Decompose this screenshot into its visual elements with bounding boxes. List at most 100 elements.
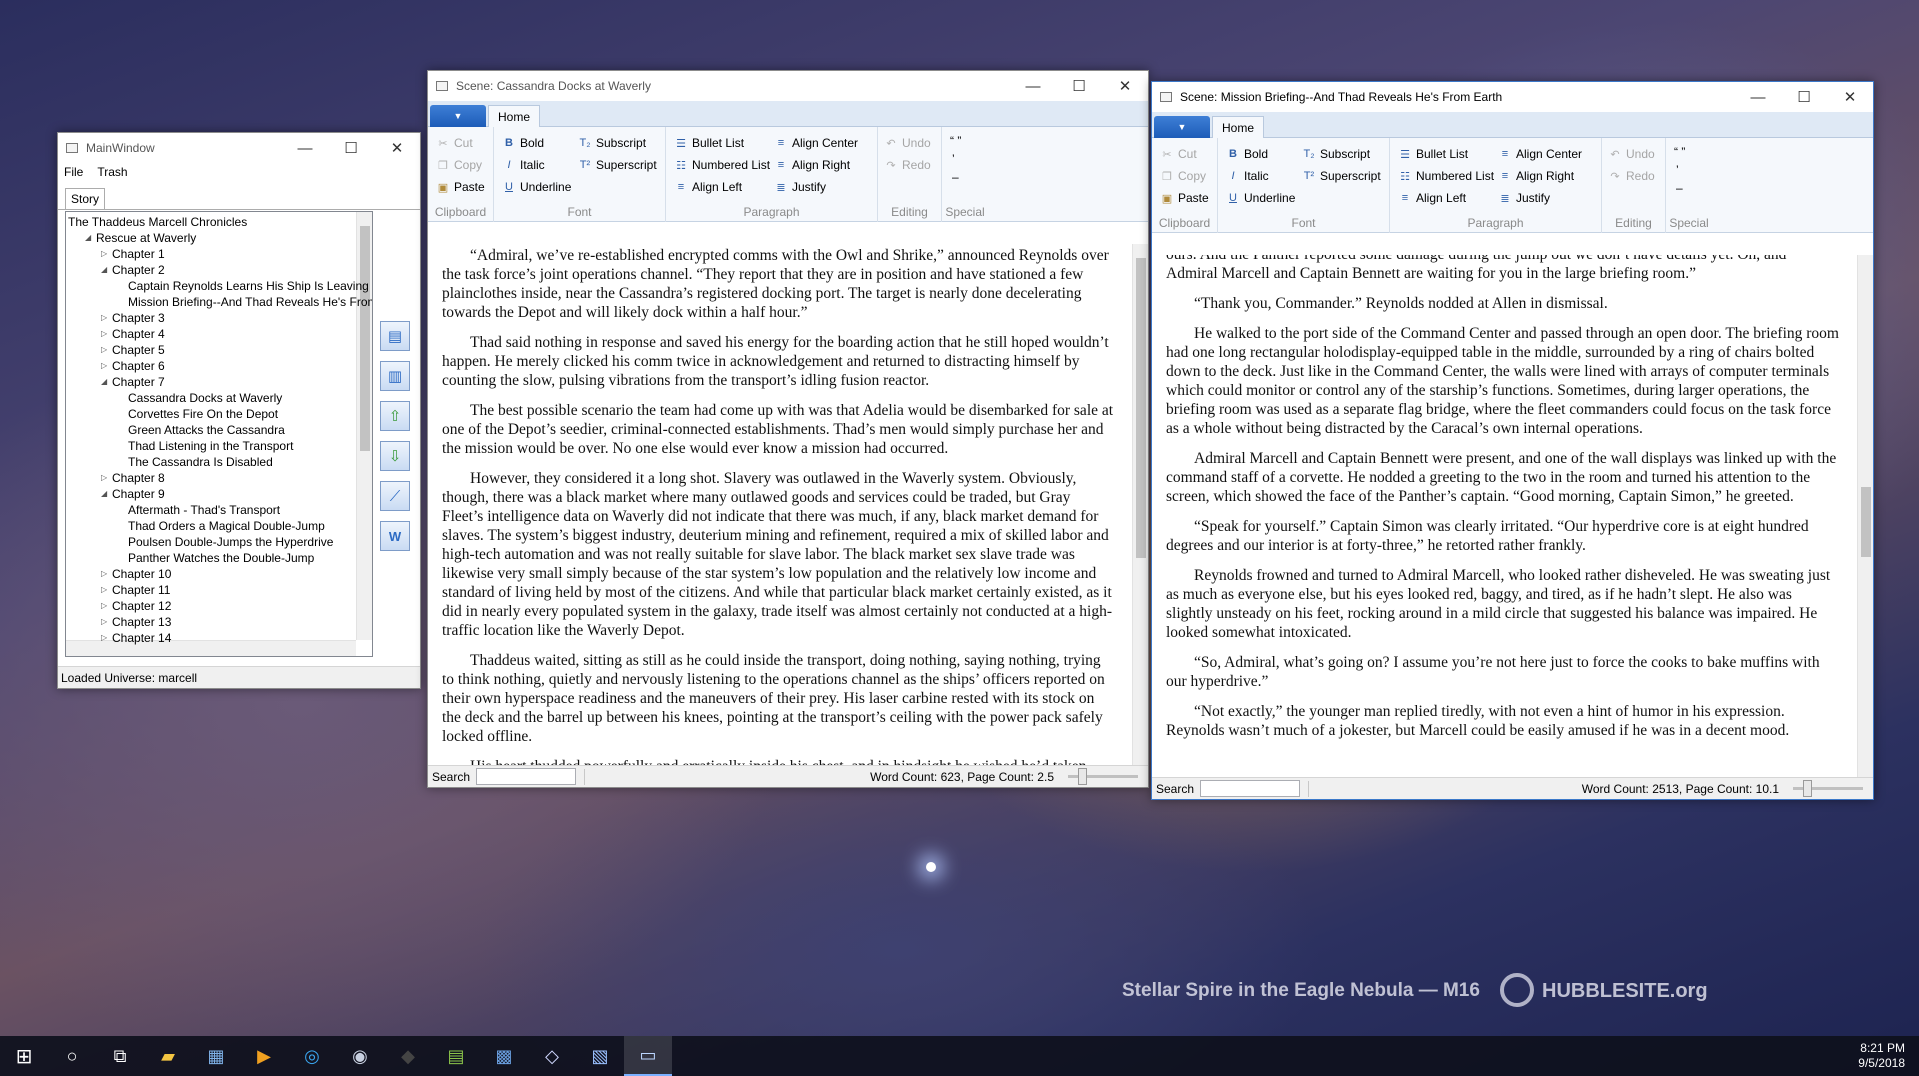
- align-right-button[interactable]: ≡ Align Right: [1498, 166, 1574, 186]
- scene2-scrollbar[interactable]: [1857, 255, 1873, 777]
- home-tab[interactable]: Home: [488, 105, 540, 128]
- menu-file[interactable]: File: [64, 165, 83, 179]
- special-apostrophe-button[interactable]: ’: [1676, 160, 1679, 180]
- scene1-scrollbar[interactable]: [1132, 244, 1148, 765]
- game-controller-icon[interactable]: ◆: [384, 1036, 432, 1076]
- scene2-zoom-slider[interactable]: [1793, 780, 1863, 797]
- zoom-thumb[interactable]: [1078, 768, 1087, 785]
- tree-item[interactable]: ◢ Chapter 9: [101, 486, 165, 502]
- superscript-button[interactable]: T² Superscript: [578, 155, 657, 175]
- main-window-titlebar[interactable]: MainWindow — ☐ ✕: [58, 133, 420, 163]
- tree-item[interactable]: ▷ Chapter 12: [101, 598, 171, 614]
- tree-item[interactable]: ▷ Chapter 3: [101, 310, 165, 326]
- tree-item[interactable]: ▷ Chapter 8: [101, 470, 165, 486]
- tree-item[interactable]: ▷ Chapter 11: [101, 582, 170, 598]
- minimize-icon[interactable]: —: [1010, 71, 1056, 101]
- minimize-icon[interactable]: —: [1735, 82, 1781, 112]
- tree-item[interactable]: ▷ Chapter 13: [101, 614, 171, 630]
- scene2-titlebar[interactable]: Scene: Mission Briefing--And Thad Reveal…: [1152, 82, 1873, 112]
- tree-scrollbar-thumb[interactable]: [360, 226, 370, 451]
- bullet-list-button[interactable]: ☰ Bullet List: [674, 133, 744, 153]
- scene2-search-input[interactable]: [1200, 780, 1301, 797]
- task-view-icon[interactable]: ⧉: [96, 1036, 144, 1076]
- special-quotes-button[interactable]: “ ”: [1674, 142, 1685, 162]
- maximize-icon[interactable]: ☐: [328, 133, 374, 163]
- redo-button[interactable]: ↷ Redo: [884, 155, 930, 175]
- tree-scrollbar[interactable]: [356, 212, 372, 640]
- special-dash-button[interactable]: –: [1676, 178, 1683, 198]
- tree-expand-icon[interactable]: ▷: [101, 614, 107, 630]
- copy-button[interactable]: ❐ Copy: [436, 155, 482, 175]
- align-left-button[interactable]: ≡ Align Left: [674, 177, 742, 197]
- italic-button[interactable]: I Italic: [1226, 166, 1268, 186]
- bullet-list-button[interactable]: ☰ Bullet List: [1398, 144, 1468, 164]
- scene1-zoom-slider[interactable]: [1068, 768, 1138, 785]
- bold-button[interactable]: B Bold: [1226, 144, 1268, 164]
- tree-item[interactable]: Corvettes Fire On the Depot: [128, 406, 278, 422]
- close-icon[interactable]: ✕: [1827, 82, 1873, 112]
- maximize-icon[interactable]: ☐: [1781, 82, 1827, 112]
- tree-item[interactable]: Mission Briefing--And Thad Reveals He's …: [128, 294, 372, 310]
- scene2-scrollbar-thumb[interactable]: [1861, 487, 1871, 557]
- scene1-search-input[interactable]: [476, 768, 577, 785]
- sync-app-icon[interactable]: ◎: [288, 1036, 336, 1076]
- tree-item[interactable]: ◢ Chapter 2: [101, 262, 165, 278]
- copy-button[interactable]: ❐ Copy: [1160, 166, 1206, 186]
- subscript-button[interactable]: T₂ Subscript: [578, 133, 647, 153]
- steam-icon[interactable]: ◉: [336, 1036, 384, 1076]
- underline-button[interactable]: U Underline: [502, 177, 571, 197]
- tree-collapse-icon[interactable]: ◢: [101, 486, 107, 502]
- tree-hscrollbar[interactable]: [66, 640, 356, 656]
- tree-expand-icon[interactable]: ▷: [101, 246, 107, 262]
- maximize-icon[interactable]: ☐: [1056, 71, 1102, 101]
- chart-icon[interactable]: ⟋: [380, 481, 410, 511]
- story-app-taskbar-icon[interactable]: ▭: [624, 1036, 672, 1076]
- tree-item[interactable]: ▷ Chapter 5: [101, 342, 165, 358]
- windows-start-icon[interactable]: ⊞: [0, 1036, 48, 1076]
- scene1-scrollbar-thumb[interactable]: [1136, 258, 1146, 558]
- app-menu-button[interactable]: ▼: [430, 105, 486, 127]
- app-switcher-icon[interactable]: ▦: [192, 1036, 240, 1076]
- notepad-icon[interactable]: ▤: [432, 1036, 480, 1076]
- underline-button[interactable]: U Underline: [1226, 188, 1295, 208]
- tree-item[interactable]: Thad Orders a Magical Double-Jump: [128, 518, 325, 534]
- paste-button[interactable]: ▣ Paste: [436, 177, 485, 197]
- numbered-list-button[interactable]: ☷ Numbered List: [1398, 166, 1494, 186]
- story-tree[interactable]: The Thaddeus Marcell Chronicles ◢ Rescue a…: [65, 211, 373, 657]
- tree-expand-icon[interactable]: ▷: [101, 630, 107, 646]
- menu-trash[interactable]: Trash: [97, 165, 127, 179]
- tree-collapse-icon[interactable]: ◢: [85, 230, 91, 246]
- align-right-button[interactable]: ≡ Align Right: [774, 155, 850, 175]
- cortana-search-icon[interactable]: ○: [48, 1036, 96, 1076]
- tree-item[interactable]: Green Attacks the Cassandra: [128, 422, 285, 438]
- undo-button[interactable]: ↶ Undo: [1608, 144, 1654, 164]
- align-center-button[interactable]: ≡ Align Center: [1498, 144, 1582, 164]
- tree-item[interactable]: ▷ Chapter 6: [101, 358, 165, 374]
- word-export-icon[interactable]: W: [380, 521, 410, 551]
- tree-item[interactable]: Captain Reynolds Learns His Ship Is Leav…: [128, 278, 369, 294]
- scene1-document[interactable]: “Admiral, we’ve re-established encrypted…: [428, 244, 1132, 765]
- zoom-thumb[interactable]: [1803, 780, 1812, 797]
- special-apostrophe-button[interactable]: ’: [952, 149, 955, 169]
- tree-item[interactable]: The Cassandra Is Disabled: [128, 454, 273, 470]
- numbered-list-button[interactable]: ☷ Numbered List: [674, 155, 770, 175]
- undo-button[interactable]: ↶ Undo: [884, 133, 930, 153]
- scene1-titlebar[interactable]: Scene: Cassandra Docks at Waverly — ☐ ✕: [428, 71, 1148, 101]
- subscript-button[interactable]: T₂ Subscript: [1302, 144, 1371, 164]
- minimize-icon[interactable]: —: [282, 133, 328, 163]
- special-dash-button[interactable]: –: [952, 167, 959, 187]
- network-tool-icon[interactable]: ▩: [480, 1036, 528, 1076]
- tree-item[interactable]: Poulsen Double-Jumps the Hyperdrive: [128, 534, 333, 550]
- tree-item[interactable]: Aftermath - Thad's Transport: [128, 502, 280, 518]
- file-explorer-icon[interactable]: ▰: [144, 1036, 192, 1076]
- tree-item[interactable]: ▷ Chapter 1: [101, 246, 165, 262]
- system-clock[interactable]: 8:21 PM 9/5/2018: [1858, 1041, 1905, 1071]
- italic-button[interactable]: I Italic: [502, 155, 544, 175]
- app-menu-button[interactable]: ▼: [1154, 116, 1210, 138]
- tree-item[interactable]: ▷ Chapter 4: [101, 326, 165, 342]
- tree-item[interactable]: Cassandra Docks at Waverly: [128, 390, 282, 406]
- new-scene-icon[interactable]: ▥: [380, 361, 410, 391]
- tree-item[interactable]: The Thaddeus Marcell Chronicles: [68, 214, 247, 230]
- close-icon[interactable]: ✕: [1102, 71, 1148, 101]
- task-manager-icon[interactable]: ▧: [576, 1036, 624, 1076]
